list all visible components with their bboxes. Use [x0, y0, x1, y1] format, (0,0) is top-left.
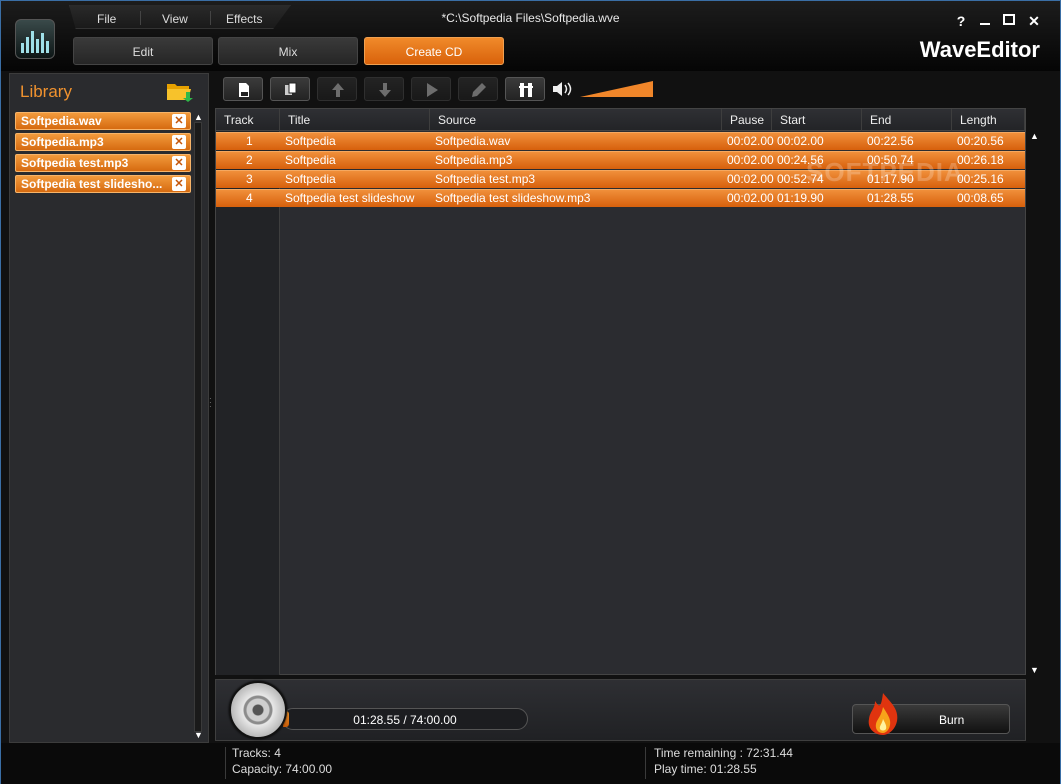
status-time-remaining: Time remaining : 72:31.44 [654, 746, 793, 760]
edit-button[interactable] [458, 77, 498, 101]
open-folder-icon[interactable] [166, 80, 196, 102]
column-header-source[interactable]: Source [430, 109, 722, 131]
library-item[interactable]: Softpedia test.mp3 ✕ [15, 154, 191, 172]
column-header-track[interactable]: Track [216, 109, 280, 131]
status-capacity: Capacity: 74:00.00 [232, 762, 333, 776]
column-header-end[interactable]: End [862, 109, 952, 131]
cd-disc-icon [229, 681, 287, 739]
flame-icon [868, 693, 898, 735]
library-scrollbar[interactable] [194, 122, 202, 732]
move-down-button[interactable] [364, 77, 404, 101]
close-button[interactable]: ✕ [1026, 13, 1042, 29]
play-icon [427, 83, 438, 97]
track-table: Track Title Source Pause Start End Lengt… [215, 108, 1026, 675]
burn-label: Burn [939, 713, 965, 727]
remove-icon[interactable]: ✕ [172, 135, 186, 149]
new-track-icon [239, 83, 249, 97]
settings-button[interactable] [505, 77, 545, 101]
library-item[interactable]: Softpedia.wav ✕ [15, 112, 191, 130]
maximize-button[interactable] [1001, 13, 1017, 29]
move-down-icon [379, 83, 391, 97]
status-play-time: Play time: 01:28.55 [654, 762, 757, 776]
edit-icon [472, 83, 486, 97]
table-row[interactable]: 4 Softpedia test slideshow Softpedia tes… [216, 189, 1025, 207]
header: File View Effects *C:\Softpedia Files\So… [1, 1, 1060, 71]
column-header-title[interactable]: Title [280, 109, 430, 131]
cd-panel: 01:28.55 / 74:00.00 Burn [215, 679, 1026, 741]
move-up-icon [332, 83, 344, 97]
app-logo-icon[interactable] [15, 19, 55, 59]
progress-text: 01:28.55 / 74:00.00 [353, 713, 457, 727]
toolbar [215, 73, 1027, 105]
watermark: SOFTPEDIA [806, 157, 964, 187]
minimize-button[interactable] [977, 13, 993, 29]
library-panel: Library Softpedia.wav ✕ Softpedia.mp3 ✕ So… [9, 73, 209, 743]
help-button[interactable]: ? [953, 13, 969, 29]
tab-mix[interactable]: Mix [218, 37, 358, 65]
move-up-button[interactable] [317, 77, 357, 101]
brand-logo: WaveEditor [919, 37, 1040, 62]
tab-create-cd[interactable]: Create CD [364, 37, 504, 65]
table-row[interactable]: 1 Softpedia Softpedia.wav 00:02.00 00:02… [216, 132, 1025, 150]
scroll-up-icon[interactable]: ▲ [194, 112, 203, 122]
copy-button[interactable] [270, 77, 310, 101]
app-window: File View Effects *C:\Softpedia Files\So… [0, 0, 1061, 784]
column-header-start[interactable]: Start [772, 109, 862, 131]
library-list: Softpedia.wav ✕ Softpedia.mp3 ✕ Softpedia … [15, 112, 191, 196]
library-item[interactable]: Softpedia test slidesho... ✕ [15, 175, 191, 193]
cd-capacity-progress: 01:28.55 / 74:00.00 [282, 708, 528, 730]
add-file-button[interactable] [223, 77, 263, 101]
table-scroll-up-icon[interactable]: ▲ [1030, 131, 1039, 141]
column-header-pause[interactable]: Pause [722, 109, 772, 131]
column-header-length[interactable]: Length [952, 109, 1025, 131]
copy-icon [285, 82, 297, 95]
panel-splitter[interactable]: · · · [209, 395, 213, 413]
volume-slider[interactable] [580, 81, 653, 97]
scroll-down-icon[interactable]: ▼ [194, 730, 203, 740]
tab-edit[interactable]: Edit [73, 37, 213, 65]
play-button[interactable] [411, 77, 451, 101]
settings-icon [519, 83, 533, 97]
burn-button[interactable]: Burn [852, 693, 1010, 735]
status-tracks: Tracks: 4 [232, 746, 281, 760]
table-scroll-down-icon[interactable]: ▼ [1030, 665, 1039, 675]
remove-icon[interactable]: ✕ [172, 177, 186, 191]
remove-icon[interactable]: ✕ [172, 156, 186, 170]
library-item[interactable]: Softpedia.mp3 ✕ [15, 133, 191, 151]
remove-icon[interactable]: ✕ [172, 114, 186, 128]
speaker-icon[interactable] [552, 81, 574, 97]
window-title: *C:\Softpedia Files\Softpedia.wve [441, 11, 620, 25]
library-title: Library [20, 82, 72, 101]
status-bar: Tracks: 4 Capacity: 74:00.00 Time remain… [1, 743, 1060, 784]
